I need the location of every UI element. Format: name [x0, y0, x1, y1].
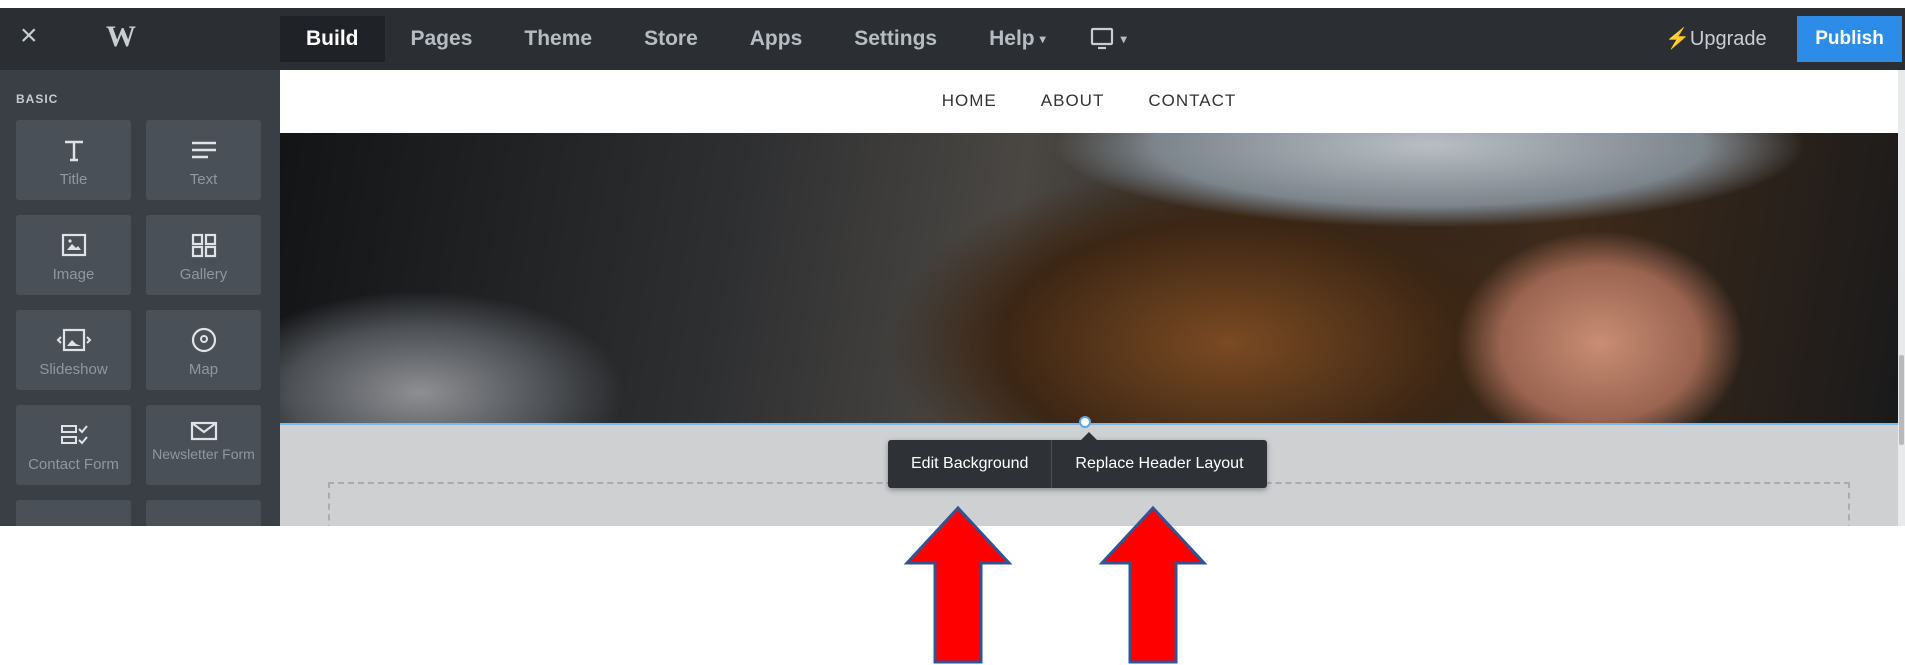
main-tabs: Build Pages Theme Store Apps Settings He…: [280, 16, 1145, 62]
element-label: Map: [188, 361, 219, 378]
text-icon: [191, 141, 216, 159]
top-toolbar: × W Build Pages Theme Store Apps Setting…: [0, 8, 1905, 70]
element-label: Gallery: [179, 266, 228, 283]
element-image[interactable]: Image: [16, 215, 131, 295]
map-pin-icon: [191, 327, 216, 353]
slideshow-icon: [56, 328, 91, 352]
tab-build[interactable]: Build: [280, 16, 385, 62]
section-heading: BASIC: [16, 92, 59, 106]
element-label: Newsletter Form: [152, 446, 255, 462]
tab-label: Settings: [854, 27, 938, 50]
close-icon[interactable]: ×: [20, 21, 48, 51]
envelope-icon: [190, 421, 217, 441]
chevron-down-icon: ▾: [1120, 32, 1127, 46]
desktop-monitor-icon: [1090, 28, 1113, 50]
site-navigation: HOME ABOUT CONTACT: [280, 70, 1898, 132]
resize-handle[interactable]: [1079, 416, 1091, 428]
element-label: Slideshow: [39, 361, 108, 378]
contact-form-icon: [60, 425, 88, 445]
tab-pages[interactable]: Pages: [385, 16, 499, 62]
element-slideshow[interactable]: Slideshow: [16, 310, 131, 390]
element-label: Image: [52, 266, 95, 283]
nav-link-contact[interactable]: CONTACT: [1148, 91, 1236, 111]
title-icon: [64, 140, 83, 162]
upgrade-label: Upgrade: [1689, 28, 1767, 50]
element-title[interactable]: Title: [16, 120, 131, 200]
annotation-arrow-up-icon: [1098, 505, 1208, 664]
element-label: Text: [189, 171, 218, 188]
tab-store[interactable]: Store: [618, 16, 724, 62]
element-map[interactable]: Map: [146, 310, 261, 390]
tab-theme[interactable]: Theme: [498, 16, 618, 62]
annotation-arrow-up-icon: [903, 505, 1013, 664]
tab-label: Help: [989, 27, 1035, 50]
tab-settings[interactable]: Settings: [828, 16, 963, 62]
element-contact-form[interactable]: Contact Form: [16, 405, 131, 485]
tab-label: Pages: [410, 27, 473, 50]
site-canvas: HOME ABOUT CONTACT Edit Background Repla…: [280, 70, 1898, 526]
lightning-icon: ⚡: [1665, 28, 1690, 50]
publish-button[interactable]: Publish: [1797, 16, 1902, 62]
tab-label: Store: [644, 27, 698, 50]
element-label: Contact Form: [28, 456, 119, 473]
tab-apps[interactable]: Apps: [724, 16, 829, 62]
element-more-1[interactable]: [16, 500, 131, 526]
canvas-scrollbar[interactable]: [1898, 70, 1905, 526]
tab-help[interactable]: Help ▾: [963, 16, 1072, 62]
image-icon: [61, 233, 86, 257]
chevron-down-icon: ▾: [1039, 32, 1046, 46]
edit-background-button[interactable]: Edit Background: [888, 440, 1051, 488]
nav-link-about[interactable]: ABOUT: [1041, 91, 1105, 111]
header-background-image[interactable]: [280, 133, 1898, 423]
element-newsletter-form[interactable]: Newsletter Form: [146, 405, 261, 485]
nav-link-home[interactable]: HOME: [942, 91, 997, 111]
element-gallery[interactable]: Gallery: [146, 215, 261, 295]
device-preview-toggle[interactable]: ▾: [1072, 16, 1145, 62]
tab-label: Theme: [524, 27, 593, 50]
upgrade-button[interactable]: ⚡Upgrade: [1665, 16, 1767, 62]
weebly-logo-icon: W: [106, 20, 136, 53]
drop-zone[interactable]: [328, 482, 1850, 526]
popover-notch: [1081, 432, 1097, 440]
replace-header-layout-button[interactable]: Replace Header Layout: [1052, 440, 1266, 488]
element-more-2[interactable]: [146, 500, 261, 526]
tab-label: Apps: [749, 27, 803, 50]
element-label: Title: [59, 171, 88, 188]
header-options-popover: Edit Background Replace Header Layout: [888, 432, 1267, 488]
element-sidebar: BASIC Title Text Image Gallery Slideshow…: [0, 70, 280, 526]
element-text[interactable]: Text: [146, 120, 261, 200]
gallery-icon: [191, 233, 216, 258]
scrollbar-thumb[interactable]: [1899, 355, 1904, 445]
tab-label: Build: [306, 27, 359, 50]
